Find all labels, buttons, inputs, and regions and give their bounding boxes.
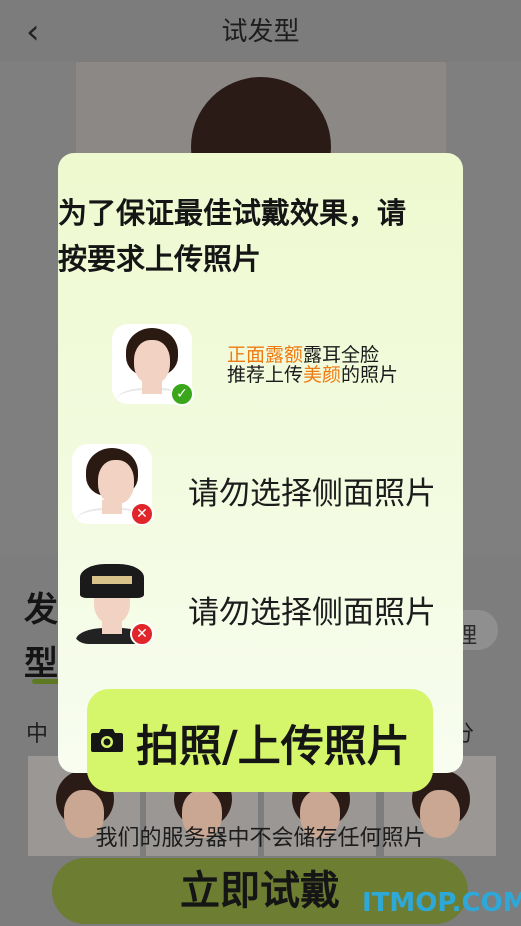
rule-beauty-highlight: 美颜 <box>303 364 342 386</box>
upload-photo-label: 拍照/上传照片 <box>136 722 410 772</box>
check-badge-icon: ✓ <box>170 382 194 406</box>
rule-no-side-2: 请勿选择侧面照片 <box>188 595 436 631</box>
rule-front-suffix: 的照片 <box>341 364 399 386</box>
watermark-logo: ITMOP.COM <box>362 888 521 918</box>
filter-left-label[interactable]: 中 <box>26 716 48 748</box>
rule-front-line2: 推荐上传美颜的照片 <box>227 364 398 386</box>
modal-heading-line1: 为了保证最佳试戴效果，请 <box>58 196 407 230</box>
close-badge-icon: ✕ <box>130 502 154 526</box>
close-badge-icon: ✕ <box>130 622 154 646</box>
privacy-note: 我们的服务器中不会储存任何照片 <box>95 826 426 851</box>
rule-front-highlight: 正面露额 <box>227 344 304 366</box>
modal-heading-line2: 按要求上传照片 <box>58 242 262 276</box>
camera-icon <box>91 729 123 752</box>
modal-heading: 为了保证最佳试戴效果，请 按要求上传照片 <box>58 190 458 282</box>
category-label-top: 发 <box>24 590 58 630</box>
rule-no-side-1: 请勿选择侧面照片 <box>188 476 436 512</box>
page-title: 试发型 <box>221 17 300 47</box>
rule-front-prefix: 推荐上传 <box>227 364 304 386</box>
rule-front-line1: 正面露额露耳全脸 <box>227 344 379 366</box>
rule-front-rest: 露耳全脸 <box>303 344 380 366</box>
category-label-bottom: 型 <box>24 644 58 684</box>
